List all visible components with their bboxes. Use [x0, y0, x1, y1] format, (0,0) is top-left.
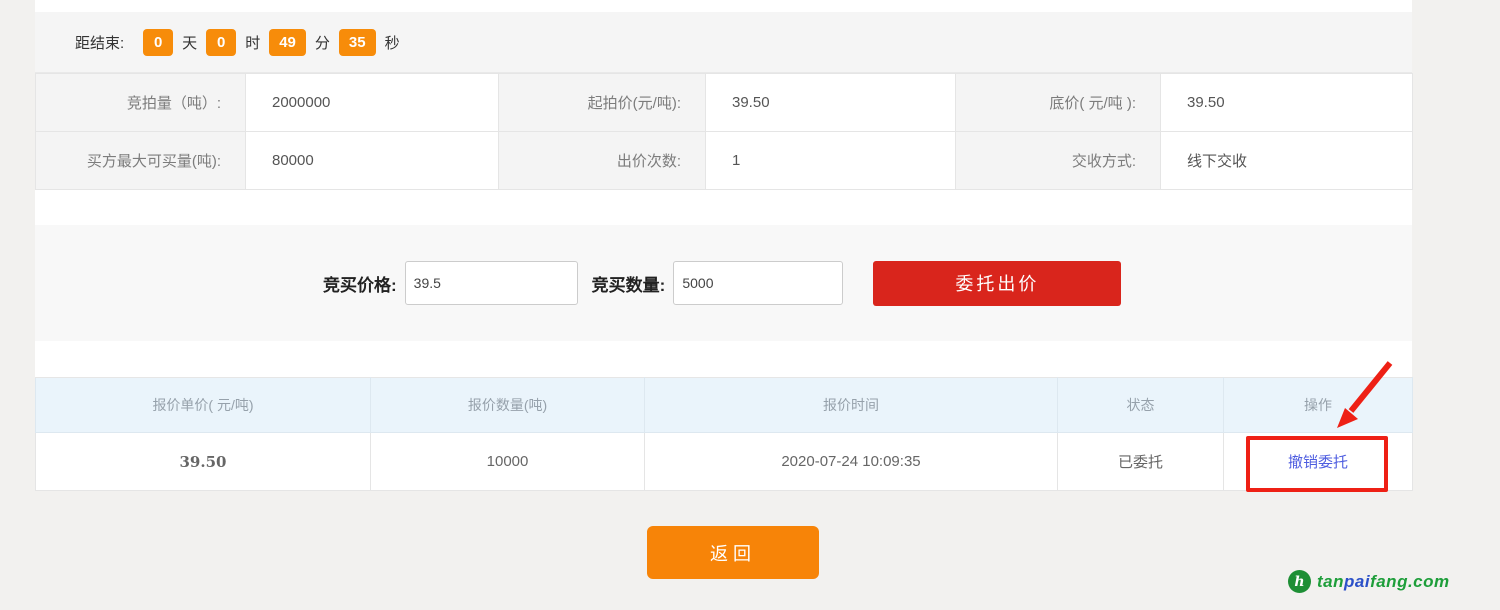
logo-text-part1: tan: [1317, 572, 1344, 591]
start-price-value: 39.50: [706, 74, 956, 132]
bid-count-value: 1: [706, 132, 956, 190]
auction-volume-value: 2000000: [246, 74, 499, 132]
floor-price-label: 底价( 元/吨 ):: [956, 74, 1161, 132]
countdown-seconds-badge: 35: [339, 29, 376, 56]
logo-text: tanpaifang.com: [1317, 572, 1450, 592]
order-action-cell: 撤销委托: [1224, 433, 1413, 491]
order-status-badge: 已委托: [1058, 433, 1224, 491]
auction-volume-label: 竞拍量（吨）:: [36, 74, 246, 132]
order-quantity-cell: 10000: [371, 433, 645, 491]
header-time: 报价时间: [645, 378, 1058, 433]
bid-quantity-label: 竞买数量:: [592, 271, 666, 296]
header-quantity: 报价数量(吨): [371, 378, 645, 433]
countdown-days-badge: 0: [143, 29, 173, 56]
logo-text-part3: fang.com: [1370, 572, 1450, 591]
countdown-minutes-unit: 分: [315, 32, 330, 53]
delivery-method-label: 交收方式:: [956, 132, 1161, 190]
countdown-bar: 距结束: 0 天 0 时 49 分 35 秒: [35, 12, 1412, 73]
header-status: 状态: [1058, 378, 1224, 433]
info-row-1: 竞拍量（吨）: 2000000 起拍价(元/吨): 39.50 底价( 元/吨 …: [36, 74, 1413, 132]
countdown-seconds-unit: 秒: [385, 32, 400, 53]
bid-price-input[interactable]: [405, 261, 578, 305]
table-row: 39.50 10000 2020-07-24 10:09:35 已委托 撤销委托: [36, 433, 1413, 491]
cancel-order-link[interactable]: 撤销委托: [1288, 454, 1348, 471]
auction-info-table: 竞拍量（吨）: 2000000 起拍价(元/吨): 39.50 底价( 元/吨 …: [35, 73, 1413, 190]
info-row-2: 买方最大可买量(吨): 80000 出价次数: 1 交收方式: 线下交收: [36, 132, 1413, 190]
max-buy-value: 80000: [246, 132, 499, 190]
content-card: 距结束: 0 天 0 时 49 分 35 秒 竞拍量（吨）: 2000000 起…: [35, 0, 1412, 491]
bid-price-label: 竞买价格:: [323, 271, 397, 296]
logo-leaf-icon: h: [1288, 570, 1311, 593]
orders-header-row: 报价单价( 元/吨) 报价数量(吨) 报价时间 状态 操作: [36, 378, 1413, 433]
submit-bid-button[interactable]: 委托出价: [873, 261, 1121, 306]
order-price-cell: 39.50: [36, 433, 371, 491]
orders-table: 报价单价( 元/吨) 报价数量(吨) 报价时间 状态 操作 39.50 1000…: [35, 377, 1413, 491]
countdown-minutes-badge: 49: [269, 29, 306, 56]
logo-text-part2: pai: [1344, 572, 1370, 591]
countdown-hours-unit: 时: [245, 32, 260, 53]
header-action: 操作: [1224, 378, 1413, 433]
countdown-hours-badge: 0: [206, 29, 236, 56]
bid-count-label: 出价次数:: [499, 132, 706, 190]
countdown-days-unit: 天: [182, 32, 197, 53]
site-logo: h tanpaifang.com: [1288, 570, 1450, 593]
start-price-label: 起拍价(元/吨):: [499, 74, 706, 132]
floor-price-value: 39.50: [1161, 74, 1413, 132]
back-button[interactable]: 返回: [647, 526, 819, 579]
header-unit-price: 报价单价( 元/吨): [36, 378, 371, 433]
delivery-method-value: 线下交收: [1161, 132, 1413, 190]
bid-form-panel: 竞买价格: 竞买数量: 委托出价: [35, 225, 1412, 341]
order-time-cell: 2020-07-24 10:09:35: [645, 433, 1058, 491]
countdown-label: 距结束:: [75, 32, 124, 53]
bid-quantity-input[interactable]: [673, 261, 843, 305]
max-buy-label: 买方最大可买量(吨):: [36, 132, 246, 190]
